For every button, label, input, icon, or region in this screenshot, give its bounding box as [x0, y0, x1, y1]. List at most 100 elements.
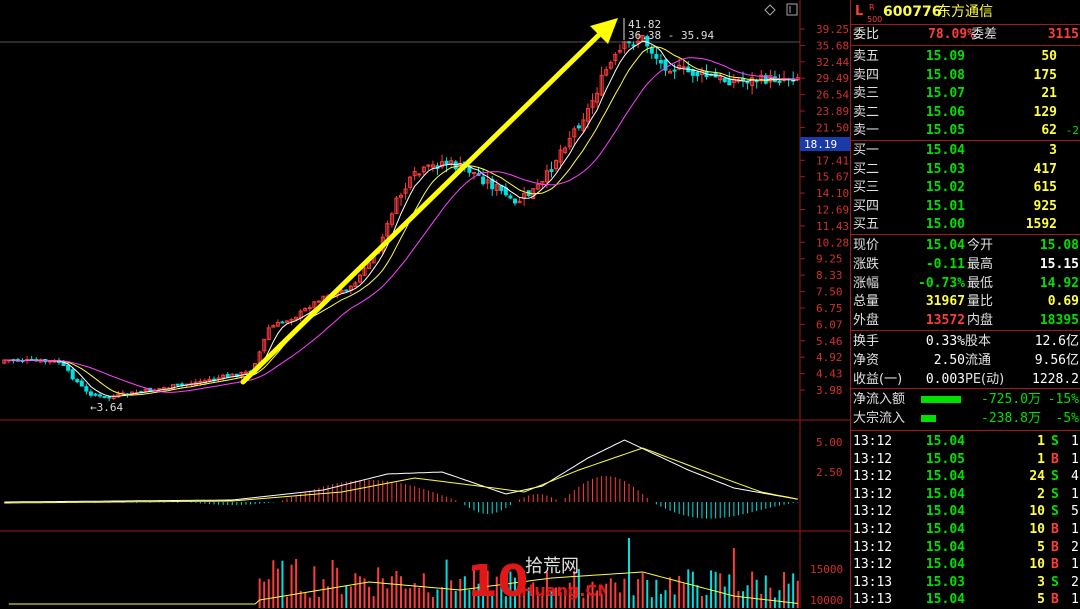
flow-bar — [921, 415, 936, 422]
stat-label: 股本 — [965, 334, 992, 349]
tick-row[interactable]: 13:12 15.05 1 B 1 — [851, 451, 1080, 469]
tick-row[interactable]: 13:12 15.04 2 S 1 — [851, 486, 1080, 504]
candle-body — [70, 369, 75, 380]
tick-time: 13:12 — [853, 539, 893, 555]
stat-value: 15.04 — [925, 238, 965, 253]
stat-label: PE(动) — [965, 371, 1005, 387]
order-label: 买三 — [853, 180, 880, 195]
stat-label: 涨幅 — [853, 275, 880, 291]
quote-row: 总量 31967 量比 0.69 — [851, 293, 1080, 311]
quote-panel: L R 500 600776 东方通信 委比 78.09% 委差 3115 卖五… — [850, 0, 1080, 608]
tick-volume: 5 — [1037, 592, 1045, 608]
stat-label: 最低 — [967, 275, 994, 291]
tick-side: S — [1051, 469, 1059, 485]
candlestick-chart[interactable]: 39.2535.6832.4429.4926.5423.8921.5019.35… — [0, 0, 850, 608]
price-axis-label: 26.54 — [816, 89, 849, 102]
tick-volume: 5 — [1037, 539, 1045, 555]
tick-count: 1 — [1071, 592, 1079, 608]
watermark-cn: 拾荒网 — [525, 556, 579, 577]
tick-count: 2 — [1071, 539, 1079, 555]
candle-body — [681, 66, 686, 69]
tick-row[interactable]: 13:13 15.03 3 S 2 — [851, 574, 1080, 592]
stat-label: 量比 — [967, 294, 994, 310]
candle-body — [180, 383, 185, 386]
tick-volume: 3 — [1037, 574, 1045, 590]
weibi-row: 委比 78.09% 委差 3115 — [853, 27, 1079, 42]
quote-row: 涨幅 -0.73% 最低 14.92 — [851, 275, 1080, 293]
candle-body — [727, 78, 732, 86]
chart-area[interactable]: 39.2535.6832.4429.4926.5423.8921.5019.35… — [0, 0, 850, 608]
tick-row[interactable]: 13:12 15.04 10 B 1 — [851, 521, 1080, 539]
volume-axis-label: 15000 — [810, 563, 843, 576]
tick-row[interactable]: 13:12 15.04 24 S 4 — [851, 468, 1080, 486]
tick-volume: 1 — [1037, 434, 1045, 449]
stat-label: 现价 — [853, 238, 880, 253]
price-axis-label: 9.25 — [816, 253, 843, 266]
flow-pct: -5% — [1055, 411, 1079, 426]
tick-volume: 10 — [1029, 557, 1045, 573]
diamond-icon — [764, 4, 776, 16]
price-axis-label: 23.89 — [816, 105, 849, 118]
buy-level-row: 买二 15.03 417 — [851, 161, 1080, 179]
flow-label: 净流入额 — [853, 392, 906, 407]
share-stat-row: 换手 0.33% 股本 12.6亿 — [851, 333, 1080, 351]
candle-body — [549, 169, 554, 172]
tick-price: 15.04 — [925, 469, 965, 485]
stat-value: 0.69 — [1047, 294, 1079, 310]
stat-label: 净资 — [853, 352, 880, 368]
low-label: ←3.64 — [90, 401, 123, 414]
stat-label: 总量 — [853, 294, 880, 310]
tick-row[interactable]: 13:13 15.04 5 B 1 — [851, 591, 1080, 609]
watermark-logo: 10 拾荒网 Huang.CN — [465, 550, 605, 606]
stat-label: 流通 — [965, 352, 992, 368]
order-price: 15.06 — [925, 104, 965, 120]
order-volume: 925 — [1033, 198, 1057, 214]
tick-price: 15.05 — [925, 451, 965, 467]
order-label: 买二 — [853, 161, 880, 177]
stat-value: -0.73% — [918, 275, 965, 291]
stat-value: 15.08 — [1039, 238, 1079, 253]
watermark-number: 10 — [467, 556, 528, 606]
tick-count: 1 — [1071, 486, 1079, 502]
price-axis-label: 14.10 — [816, 187, 849, 200]
stat-value: 15.15 — [1039, 256, 1079, 272]
price-axis-label: 6.75 — [816, 302, 843, 315]
macd-axis-label: 5.00 — [816, 436, 843, 449]
order-label: 卖五 — [853, 49, 880, 64]
price-axis-label: 39.25 — [816, 23, 849, 36]
stat-value: -0.11 — [925, 256, 965, 272]
buy-level-row: 买一 15.04 3 — [851, 142, 1080, 160]
stat-label: 最高 — [967, 256, 994, 272]
tick-row[interactable]: 13:12 15.04 1 S 1 — [851, 433, 1080, 451]
candle-body — [672, 69, 677, 72]
tick-row[interactable]: 13:12 15.04 10 S 5 — [851, 503, 1080, 521]
candle-body — [98, 394, 103, 397]
macd-axis-label: 2.50 — [816, 466, 843, 479]
candle-body — [93, 393, 98, 396]
candle-body — [47, 360, 52, 363]
candle-body — [426, 164, 431, 167]
candle-body — [777, 80, 782, 83]
stat-value: 18395 — [1039, 313, 1079, 329]
order-label: 买一 — [853, 143, 880, 158]
tick-time: 13:12 — [853, 486, 893, 502]
tick-price: 15.04 — [925, 486, 965, 502]
tick-time: 13:12 — [853, 557, 893, 573]
flow-label: 大宗流入 — [853, 411, 906, 426]
tick-row[interactable]: 13:12 15.04 10 B 1 — [851, 556, 1080, 574]
tick-row[interactable]: 13:12 15.04 5 B 2 — [851, 539, 1080, 557]
candle-body — [316, 300, 321, 303]
flow-bar — [921, 396, 961, 403]
price-axis-label: 12.69 — [816, 204, 849, 217]
candle-body — [654, 54, 659, 59]
sell-level-row: 卖一 15.05 62 -2 — [851, 122, 1080, 140]
tick-count: 1 — [1071, 522, 1079, 537]
candle-body — [88, 391, 93, 396]
range-label: 36.38 - 35.94 — [628, 29, 714, 42]
order-volume: 1592 — [1025, 217, 1057, 232]
candle-body — [79, 380, 84, 387]
flow-value: -725.0万 — [981, 392, 1041, 407]
order-volume: 50 — [1041, 49, 1057, 64]
tick-count: 1 — [1071, 451, 1079, 467]
order-price: 15.01 — [925, 198, 965, 214]
